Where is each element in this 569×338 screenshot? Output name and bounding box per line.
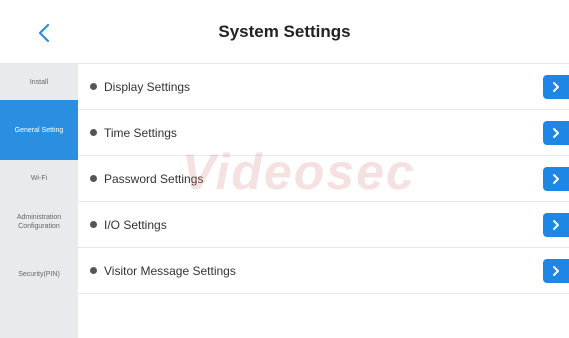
list-item-password-settings[interactable]: Password Settings [78,156,569,202]
list-item-io-settings[interactable]: I/O Settings [78,202,569,248]
sidebar-item-general-setting[interactable]: General Setting [0,100,78,160]
bullet-icon [90,83,97,90]
chevron-right-icon[interactable] [543,259,569,283]
page-title: System Settings [218,22,351,41]
sidebar-item-install[interactable]: Install [0,64,78,100]
chevron-right-icon[interactable] [543,167,569,191]
header-bar: System Settings [0,0,569,64]
list-item-label: I/O Settings [104,218,167,232]
list-item-display-settings[interactable]: Display Settings [78,64,569,110]
sidebar-item-security[interactable]: Security(PIN) [0,248,78,300]
chevron-right-icon[interactable] [543,121,569,145]
chevron-left-icon [38,23,50,43]
sidebar-item-label: General Setting [14,126,64,134]
chevron-right-icon[interactable] [543,213,569,237]
sidebar-item-label: Administration Configuration [16,214,62,230]
sidebar: Install General Setting Wi-Fi Administra… [0,64,78,338]
list-item-label: Visitor Message Settings [104,264,236,278]
bullet-icon [90,175,97,182]
settings-list: Display Settings Time Settings Password … [78,64,569,338]
bullet-icon [90,129,97,136]
list-item-label: Time Settings [104,126,177,140]
sidebar-item-label: Wi-Fi [30,174,48,182]
list-item-visitor-message-settings[interactable]: Visitor Message Settings [78,248,569,294]
sidebar-item-label: Security(PIN) [18,270,60,278]
sidebar-item-administration-configuration[interactable]: Administration Configuration [0,196,78,248]
bullet-icon [90,221,97,228]
sidebar-item-wifi[interactable]: Wi-Fi [0,160,78,196]
settings-screen: System Settings Install General Setting … [0,0,569,338]
back-button[interactable] [34,22,56,44]
chevron-right-icon[interactable] [543,75,569,99]
sidebar-item-label: Install [29,78,49,86]
list-item-label: Display Settings [104,80,191,94]
list-item-time-settings[interactable]: Time Settings [78,110,569,156]
list-item-label: Password Settings [104,172,204,186]
bullet-icon [90,267,97,274]
